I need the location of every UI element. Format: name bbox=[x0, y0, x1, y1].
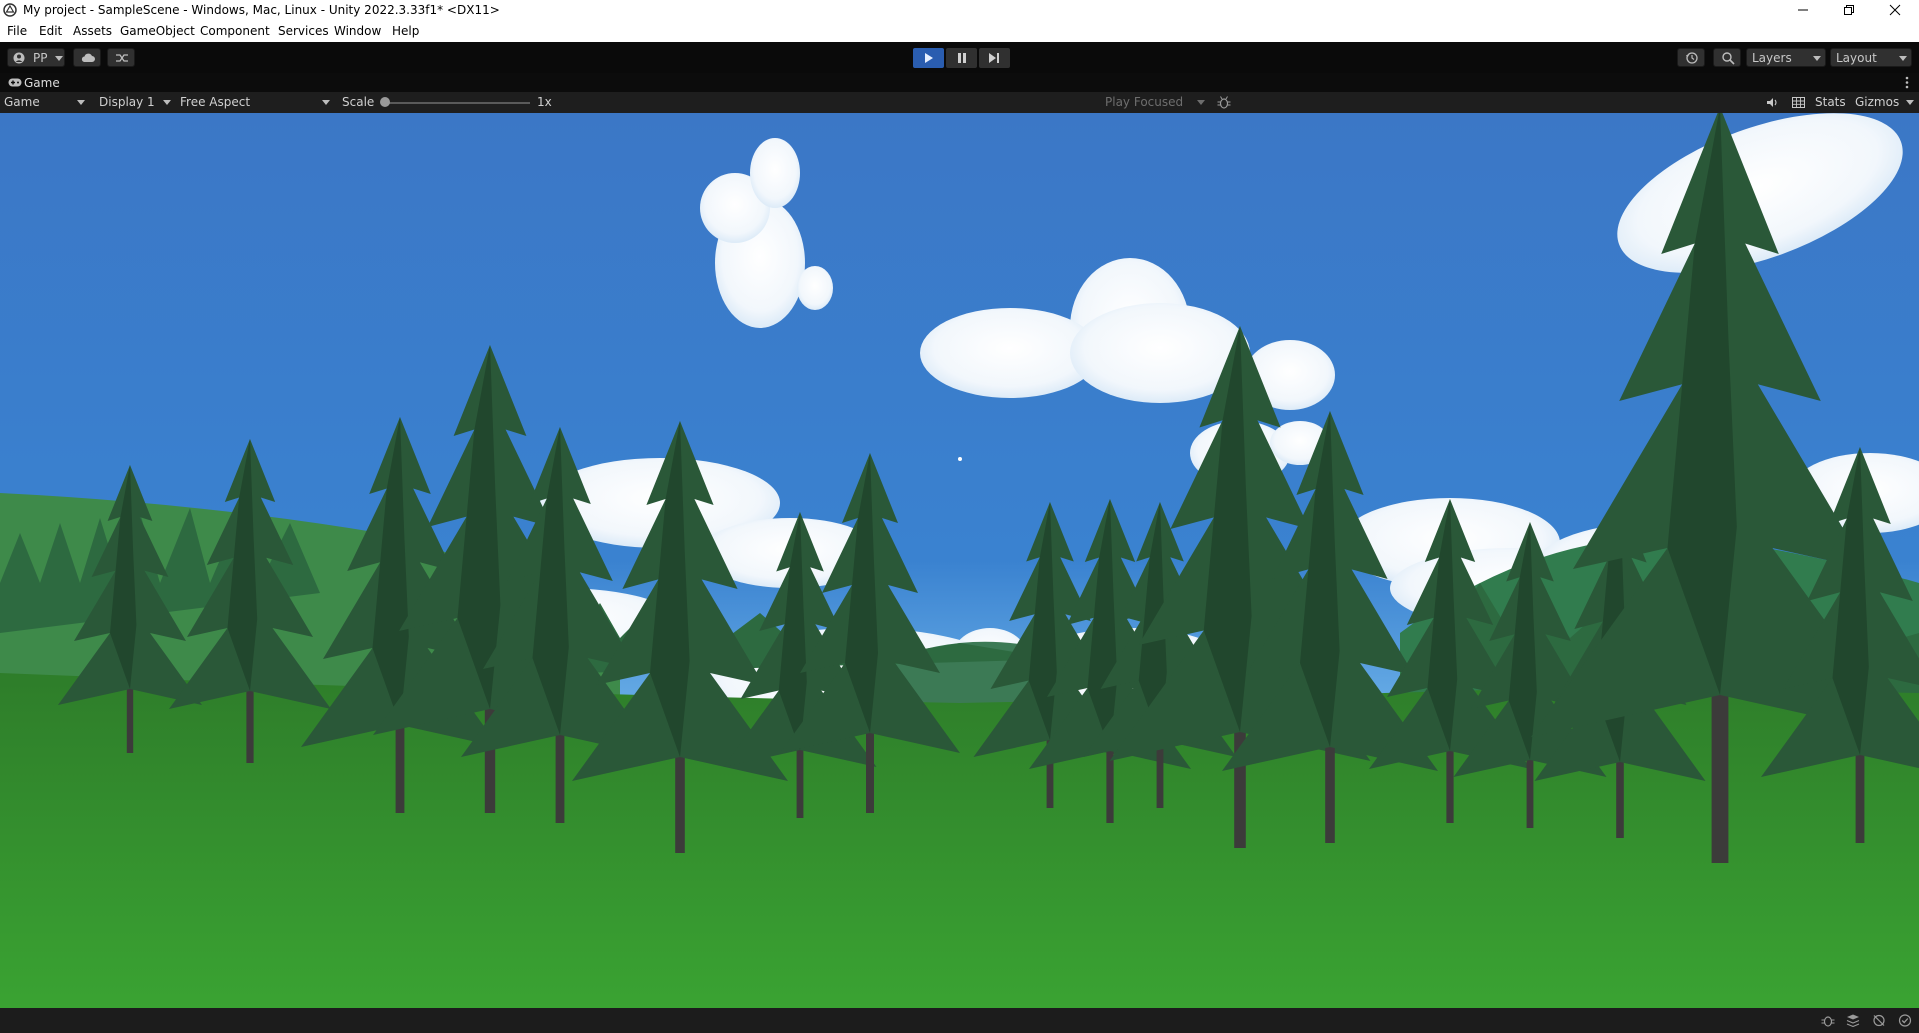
play-icon bbox=[925, 53, 933, 63]
menu-file[interactable]: File bbox=[7, 24, 27, 38]
menu-edit[interactable]: Edit bbox=[39, 24, 62, 38]
grid-icon[interactable] bbox=[1792, 97, 1805, 108]
more-options-icon[interactable] bbox=[1905, 76, 1909, 89]
step-icon bbox=[989, 53, 999, 63]
bug-icon[interactable] bbox=[1217, 96, 1231, 109]
layers-label: Layers bbox=[1752, 51, 1792, 65]
chevron-down-icon bbox=[1813, 56, 1821, 61]
search-icon bbox=[1722, 52, 1735, 65]
gamepad-icon bbox=[8, 78, 22, 87]
restore-icon bbox=[1844, 5, 1854, 15]
play-focused-dropdown[interactable]: Play Focused bbox=[1105, 95, 1183, 109]
undo-history-button[interactable] bbox=[1677, 48, 1705, 67]
pause-icon bbox=[958, 53, 966, 63]
chevron-down-icon bbox=[322, 100, 330, 105]
scale-slider-handle[interactable] bbox=[380, 97, 390, 107]
game-viewport[interactable] bbox=[0, 113, 1919, 1008]
chevron-down-icon bbox=[163, 100, 171, 105]
chevron-down-icon bbox=[77, 100, 85, 105]
gizmos-button[interactable]: Gizmos bbox=[1855, 95, 1899, 109]
minimize-button[interactable] bbox=[1780, 0, 1826, 21]
cloud-icon bbox=[81, 53, 95, 62]
crosshair bbox=[958, 457, 962, 461]
pause-button[interactable] bbox=[946, 48, 977, 68]
stats-button[interactable]: Stats bbox=[1815, 95, 1846, 109]
close-button[interactable] bbox=[1872, 0, 1918, 21]
play-button[interactable] bbox=[913, 48, 944, 68]
main-toolbar: PP Layers Layout bbox=[0, 42, 1919, 73]
scale-value: 1x bbox=[537, 95, 552, 109]
menu-services[interactable]: Services bbox=[278, 24, 329, 38]
menu-component[interactable]: Component bbox=[200, 24, 270, 38]
close-icon bbox=[1889, 4, 1901, 16]
menu-window[interactable]: Window bbox=[334, 24, 381, 38]
tab-game[interactable]: Game bbox=[0, 73, 70, 92]
menu-help[interactable]: Help bbox=[392, 24, 419, 38]
cloud-button[interactable] bbox=[73, 48, 101, 67]
speaker-icon[interactable] bbox=[1766, 97, 1779, 108]
branch-icon bbox=[116, 54, 128, 62]
game-view-toolbar: Game Display 1 Free Aspect Scale 1x Play… bbox=[0, 92, 1919, 113]
view-select[interactable]: Game bbox=[4, 95, 40, 109]
menu-bar: File Edit Assets GameObject Component Se… bbox=[0, 21, 1919, 42]
window-title: My project - SampleScene - Windows, Mac,… bbox=[23, 3, 500, 17]
layout-label: Layout bbox=[1836, 51, 1877, 65]
history-icon bbox=[1686, 52, 1698, 64]
step-button[interactable] bbox=[979, 48, 1010, 68]
menu-gameobject[interactable]: GameObject bbox=[120, 24, 195, 38]
chevron-down-icon bbox=[1197, 100, 1205, 105]
account-label: PP bbox=[33, 51, 48, 65]
aspect-select[interactable]: Free Aspect bbox=[180, 95, 250, 109]
unity-logo-icon bbox=[3, 3, 17, 17]
title-bar: My project - SampleScene - Windows, Mac,… bbox=[0, 0, 1919, 21]
chevron-down-icon bbox=[1906, 100, 1914, 105]
display-select[interactable]: Display 1 bbox=[99, 95, 155, 109]
account-dropdown[interactable]: PP bbox=[7, 48, 65, 67]
panel-tab-bar: Game bbox=[0, 73, 1919, 92]
check-circle-icon[interactable] bbox=[1898, 1014, 1912, 1027]
chevron-down-icon bbox=[1899, 56, 1907, 61]
tab-label: Game bbox=[24, 76, 60, 90]
layout-dropdown[interactable]: Layout bbox=[1830, 48, 1912, 67]
menu-assets[interactable]: Assets bbox=[73, 24, 112, 38]
scale-slider-track[interactable] bbox=[384, 102, 530, 104]
scale-label: Scale bbox=[342, 95, 375, 109]
stack-icon[interactable] bbox=[1846, 1014, 1860, 1027]
restore-button[interactable] bbox=[1826, 0, 1872, 21]
collab-button[interactable] bbox=[107, 48, 135, 67]
layers-dropdown[interactable]: Layers bbox=[1746, 48, 1826, 67]
minimize-icon bbox=[1798, 9, 1808, 11]
no-sync-icon[interactable] bbox=[1872, 1014, 1886, 1027]
status-bar bbox=[0, 1008, 1919, 1033]
search-button[interactable] bbox=[1713, 48, 1741, 67]
account-icon bbox=[13, 52, 25, 64]
bug-icon[interactable] bbox=[1821, 1014, 1835, 1027]
scene-render bbox=[0, 113, 1919, 1008]
chevron-down-icon bbox=[55, 56, 63, 61]
